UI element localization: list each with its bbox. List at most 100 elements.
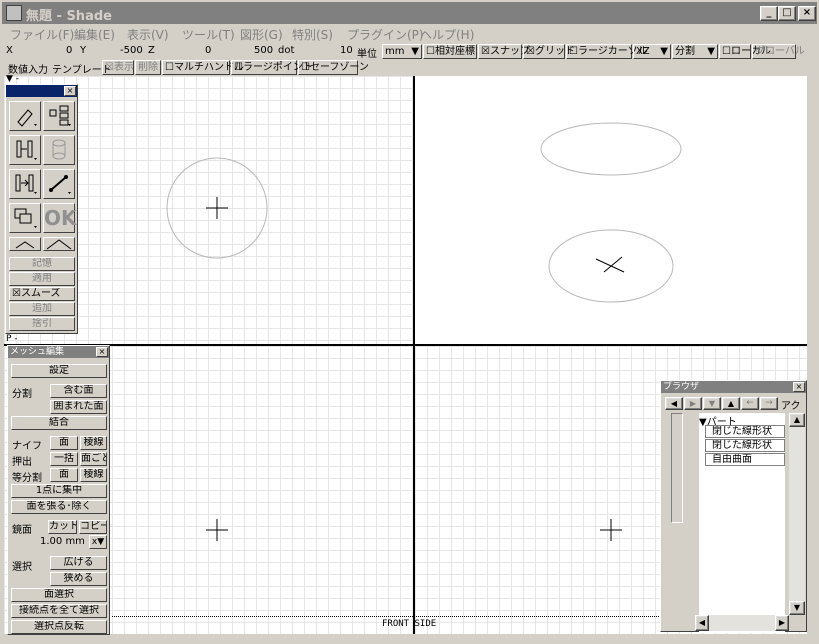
show-checkbox[interactable]: ☒表示 xyxy=(102,60,134,75)
tab-label[interactable]: アク xyxy=(781,397,801,412)
down-icon[interactable]: ▼ xyxy=(703,397,721,410)
extrude-all-button[interactable]: 一括 xyxy=(50,452,78,466)
copy-tool[interactable] xyxy=(9,203,41,233)
equal-split-face-button[interactable]: 面 xyxy=(50,468,78,482)
move-tool[interactable] xyxy=(9,169,41,199)
back-icon[interactable]: ◀ xyxy=(665,397,683,410)
pencil-tool[interactable] xyxy=(9,101,41,131)
mm-value[interactable]: 1.00 mm xyxy=(40,536,85,547)
add-button[interactable]: 追加 xyxy=(9,302,75,316)
invert-selection-button[interactable]: 選択点反転 xyxy=(11,620,107,634)
ok-button[interactable]: OK xyxy=(43,203,77,233)
relative-coords-checkbox[interactable]: ☐相対座標 xyxy=(423,44,477,59)
memory-button[interactable]: 記憶 xyxy=(9,257,75,271)
axis-select[interactable]: x▼ xyxy=(89,535,107,549)
extrude-label: 押出 xyxy=(12,457,32,468)
z-value[interactable]: 0 xyxy=(205,45,211,56)
apply-button[interactable]: 適用 xyxy=(9,272,75,286)
x-value[interactable]: 0 xyxy=(66,45,72,56)
x-label: X xyxy=(6,45,13,56)
scroll-down-icon[interactable]: ▼ xyxy=(789,601,805,615)
grid-checkbox[interactable]: ☒グリッド xyxy=(523,44,575,59)
minimize-button[interactable]: _ xyxy=(760,6,778,21)
move-icon xyxy=(15,174,37,194)
scroll-up-icon[interactable]: ▲ xyxy=(789,413,805,427)
close-button[interactable]: × xyxy=(798,6,816,21)
expand-button[interactable]: 広げる xyxy=(50,556,107,570)
vertical-scrollbar[interactable]: ▲ ▼ xyxy=(789,413,805,615)
left-slider[interactable] xyxy=(671,413,683,523)
copy-button[interactable]: コピー xyxy=(79,520,107,534)
equal-split-edge-button[interactable]: 稜線 xyxy=(80,468,107,482)
global-button[interactable]: グローバル xyxy=(752,44,805,59)
unit-select[interactable]: mm ▼ xyxy=(382,44,422,59)
tree-item-free-surface[interactable]: 自由曲面 xyxy=(705,453,785,466)
scroll-left-icon[interactable]: ◀ xyxy=(695,615,709,631)
menu-plugins[interactable]: プラグイン(P) xyxy=(347,26,424,43)
delete-button[interactable]: 削除 xyxy=(135,60,161,75)
large-point-checkbox[interactable]: ☐ラージポイント xyxy=(231,60,313,75)
close-icon[interactable]: × xyxy=(96,347,108,357)
combine-button[interactable]: 結合 xyxy=(11,416,107,430)
menu-help[interactable]: ヘルプ(H) xyxy=(420,26,474,43)
large-cursor-checkbox[interactable]: ☐ラージカーソル xyxy=(566,44,648,59)
tree-item-closed-line-1[interactable]: 閉じた線形状 xyxy=(705,425,785,438)
extrude-per-face-button[interactable]: 面ごと xyxy=(80,452,107,466)
knife-face-button[interactable]: 面 xyxy=(50,436,78,450)
copy-icon xyxy=(14,208,37,228)
maximize-button[interactable]: □ xyxy=(778,6,796,21)
mesh-edit-palette: メッシュ編集 × 設定 分割 含む面 囲まれた面 結合 ナイフ 面 稜線 押出 … xyxy=(7,345,110,635)
menu-view[interactable]: 表示(V) xyxy=(127,26,169,43)
subtract-button[interactable]: 捨引 xyxy=(9,317,75,331)
split-select[interactable]: 分割 ▼ xyxy=(672,44,718,59)
mesh-edit-title[interactable]: メッシュ編集 xyxy=(8,346,109,358)
horizontal-scrollbar[interactable]: ◀ ▶ xyxy=(695,615,789,631)
multi-handle-checkbox[interactable]: ☐マルチハンドル xyxy=(162,60,244,75)
up-icon[interactable]: ▲ xyxy=(722,397,740,410)
knife-edge-button[interactable]: 稜線 xyxy=(80,436,107,450)
safe-zone-checkbox[interactable]: ☐セーフゾーン xyxy=(298,60,369,75)
cut-button[interactable]: カット xyxy=(48,520,77,534)
perspective-cross-a xyxy=(595,258,625,273)
browser-title[interactable]: ブラウザ xyxy=(661,381,806,393)
menu-shape[interactable]: 図形(G) xyxy=(240,26,283,43)
collapse-point-button[interactable]: 1点に集中 xyxy=(11,484,107,498)
hierarchy-icon xyxy=(49,105,71,126)
forward-icon[interactable]: ▶ xyxy=(684,397,702,410)
snap-checkbox[interactable]: ☒スナップ xyxy=(478,44,530,59)
settings-button[interactable]: 設定 xyxy=(11,364,107,378)
close-icon[interactable]: × xyxy=(793,382,805,392)
browser-palette: ブラウザ × ◀ ▶ ▼ ▲ ← → アク ▼パート 閉じた線形状 閉じた線形状… xyxy=(660,380,807,633)
menu-special[interactable]: 特別(S) xyxy=(292,26,333,43)
menu-tools[interactable]: ツール(T) xyxy=(182,26,235,43)
plane-select[interactable]: XZ ▼ xyxy=(633,44,671,59)
line-icon xyxy=(49,175,71,194)
shrink-button[interactable]: 狭める xyxy=(50,572,107,586)
menu-file[interactable]: ファイル(F) xyxy=(10,26,74,43)
y-value[interactable]: -500 xyxy=(120,45,143,56)
hierarchy-tool[interactable] xyxy=(43,101,75,131)
right-arrow-icon[interactable]: → xyxy=(760,397,778,410)
include-face-button[interactable]: 含む面 xyxy=(50,384,107,398)
extrude-tool[interactable] xyxy=(9,135,41,165)
option-toolbar: 数値入力 テンプレート ☒表示 削除 ☐マルチハンドル ☐ラージポイント ☐セー… xyxy=(2,60,817,76)
cylinder-icon xyxy=(52,139,66,160)
grid-size-value[interactable]: 500 xyxy=(254,45,273,56)
slice-label: 鏡面 xyxy=(12,525,32,536)
close-icon[interactable]: × xyxy=(64,86,76,96)
cylinder-tool[interactable] xyxy=(43,135,75,165)
shape-small-tool[interactable] xyxy=(9,237,41,251)
menu-edit[interactable]: 編集(E) xyxy=(74,26,115,43)
shape-large-tool[interactable] xyxy=(43,237,75,251)
line-tool[interactable] xyxy=(43,169,75,199)
left-arrow-icon[interactable]: ← xyxy=(741,397,759,410)
fill-remove-face-button[interactable]: 面を張る･除く xyxy=(11,500,107,514)
snap-value[interactable]: 10 xyxy=(340,45,353,56)
tree-item-closed-line-2[interactable]: 閉じた線形状 xyxy=(705,439,785,452)
select-all-connected-button[interactable]: 接続点を全て選択 xyxy=(11,604,107,618)
face-select-button[interactable]: 面選択 xyxy=(11,588,107,602)
scroll-right-icon[interactable]: ▶ xyxy=(775,615,789,631)
local-checkbox[interactable]: ☐ローカル xyxy=(719,44,771,59)
enclosed-face-button[interactable]: 囲まれた面 xyxy=(50,400,107,414)
smooth-checkbox[interactable]: ☒スムーズ xyxy=(9,287,75,301)
